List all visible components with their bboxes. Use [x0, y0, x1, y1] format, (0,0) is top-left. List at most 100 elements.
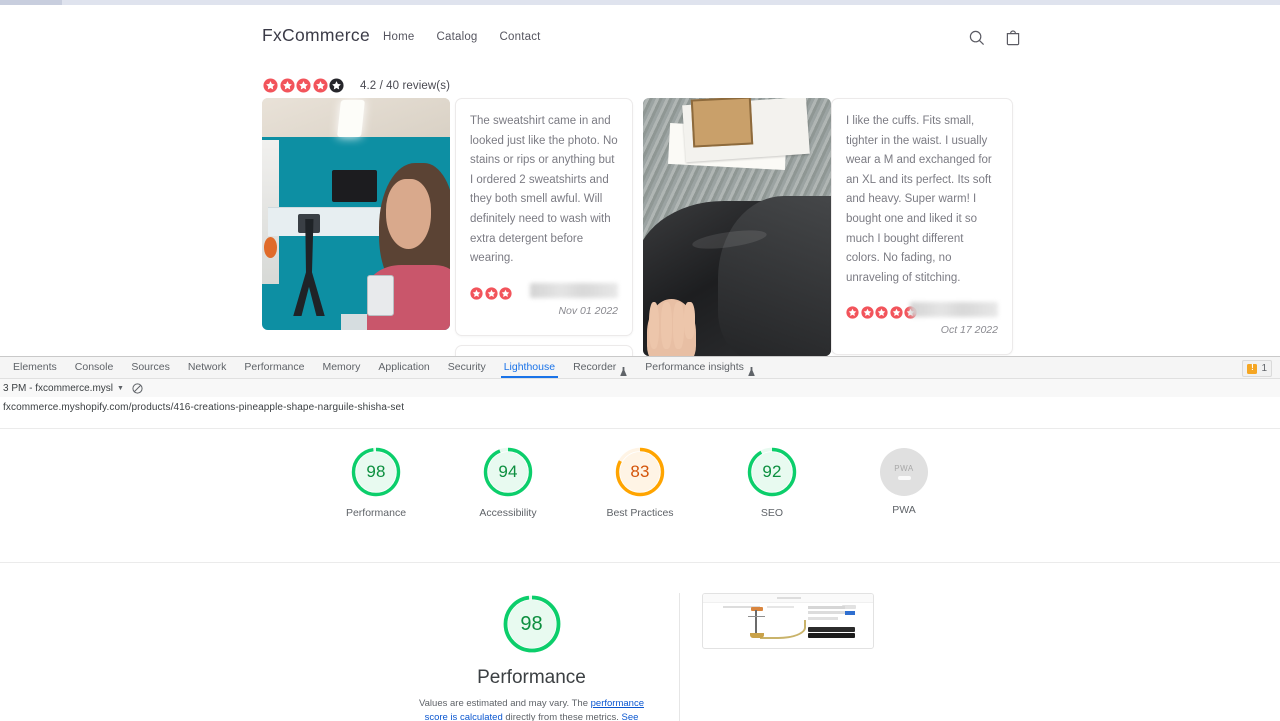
chevron-down-icon: ▼ [117, 385, 124, 392]
nav-item-contact[interactable]: Contact [500, 31, 541, 43]
tab-lighthouse[interactable]: Lighthouse [495, 357, 564, 378]
performance-title: Performance [407, 667, 657, 689]
star-icon [470, 287, 483, 300]
review-footer: Nov 01 2022 [470, 283, 618, 323]
search-icon[interactable] [968, 29, 986, 47]
gauge-label: Performance [326, 507, 426, 520]
star-icon [313, 78, 328, 93]
nav-item-catalog[interactable]: Catalog [436, 31, 477, 43]
divider [679, 593, 680, 721]
star-icon [499, 287, 512, 300]
tab-elements[interactable]: Elements [4, 357, 66, 378]
tab-application[interactable]: Application [369, 357, 438, 378]
performance-description: Values are estimated and may vary. The p… [407, 697, 657, 721]
gauge-score: 98 [349, 445, 403, 499]
warning-badge[interactable]: 1 [1242, 360, 1272, 377]
tab-network[interactable]: Network [179, 357, 236, 378]
review-card: I like the cuffs. Fits small, tighter in… [831, 98, 1013, 355]
pwa-badge: PWA [880, 448, 928, 496]
review-card: The sweatshirt came in and looked just l… [455, 98, 633, 336]
reviews-section: 4.2 / 40 review(s) The sweatshirt came i… [0, 62, 1280, 358]
no-entry-icon[interactable] [132, 383, 143, 394]
review-stars [470, 287, 512, 300]
star-icon [296, 78, 311, 93]
store-header: FxCommerce Home Catalog Contact [0, 5, 1280, 63]
warning-count: 1 [1261, 363, 1267, 374]
pwa-dash-icon [898, 476, 911, 480]
gauge-label: PWA [854, 504, 954, 517]
tab-performance-insights[interactable]: Performance insights [636, 357, 764, 378]
star-icon [485, 287, 498, 300]
review-photo[interactable] [262, 98, 450, 330]
star-icon [861, 306, 874, 319]
review-column-4: I like the cuffs. Fits small, tighter in… [831, 98, 1013, 358]
gauge-pwa[interactable]: PWA PWA [854, 445, 954, 520]
gauge-seo[interactable]: 92 SEO [722, 445, 822, 520]
review-column-1 [262, 98, 450, 330]
tab-performance[interactable]: Performance [235, 357, 313, 378]
shopping-bag-icon[interactable] [1004, 29, 1022, 47]
store-brand[interactable]: FxCommerce [262, 25, 370, 46]
review-photo[interactable] [643, 98, 831, 356]
gauge-score: 94 [481, 445, 535, 499]
tab-recorder-label: Recorder [573, 357, 616, 378]
tab-performance-insights-label: Performance insights [645, 357, 744, 378]
audited-url: fxcommerce.myshopify.com/products/416-cr… [3, 402, 404, 413]
devtools-tabbar: Elements Console Sources Network Perform… [0, 357, 1280, 379]
performance-summary: 98 Performance Values are estimated and … [407, 593, 657, 721]
lighthouse-report: fxcommerce.myshopify.com/products/416-cr… [0, 397, 1280, 721]
screenshot-root: FxCommerce Home Catalog Contact [0, 0, 1280, 720]
gauge-score: 92 [745, 445, 799, 499]
tab-security[interactable]: Security [439, 357, 495, 378]
star-icon [280, 78, 295, 93]
performance-detail-section: 98 Performance Values are estimated and … [0, 593, 1280, 721]
rating-stars [263, 78, 344, 93]
desc-part-1: Values are estimated and may vary. The [419, 698, 591, 709]
review-footer: Oct 17 2022 [846, 302, 998, 342]
rating-summary-text: 4.2 / 40 review(s) [360, 80, 450, 92]
gauge-label: SEO [722, 507, 822, 520]
gauge-score: 83 [613, 445, 667, 499]
review-stars [846, 306, 917, 319]
pwa-badge-text: PWA [894, 464, 913, 473]
reviews-masonry: The sweatshirt came in and looked just l… [262, 98, 1022, 358]
gauge-label: Accessibility [458, 507, 558, 520]
review-date: Nov 01 2022 [558, 305, 618, 317]
star-icon [846, 306, 859, 319]
report-selector[interactable]: 3 PM - fxcommerce.mysl ▼ [3, 383, 124, 394]
review-text: I like the cuffs. Fits small, tighter in… [846, 112, 998, 288]
nav-item-home[interactable]: Home [383, 31, 414, 43]
performance-score: 98 [501, 593, 563, 655]
gauge-accessibility[interactable]: 94 Accessibility [458, 445, 558, 520]
gauge-label: Best Practices [590, 507, 690, 520]
review-date: Oct 17 2022 [941, 324, 998, 336]
divider [0, 428, 1280, 429]
review-text: The sweatshirt came in and looked just l… [470, 112, 618, 269]
store-nav: Home Catalog Contact [383, 31, 541, 43]
lighthouse-subtoolbar: 3 PM - fxcommerce.mysl ▼ [0, 379, 1280, 399]
gauge-best-practices[interactable]: 83 Best Practices [590, 445, 690, 520]
star-icon [890, 306, 903, 319]
header-icons [968, 29, 1022, 47]
devtools-panel: Elements Console Sources Network Perform… [0, 356, 1280, 721]
tab-recorder[interactable]: Recorder [564, 357, 636, 378]
reviewer-name-redacted [530, 283, 618, 298]
rating-summary-row: 4.2 / 40 review(s) [263, 78, 450, 93]
warning-icon [1247, 364, 1257, 374]
divider [0, 562, 1280, 563]
review-column-2: The sweatshirt came in and looked just l… [455, 98, 633, 358]
reviewer-name-redacted [910, 302, 998, 317]
tab-sources[interactable]: Sources [122, 357, 179, 378]
star-icon [875, 306, 888, 319]
report-selector-label: 3 PM - fxcommerce.mysl [3, 383, 113, 394]
experiment-flask-icon [620, 363, 627, 372]
review-column-3 [643, 98, 831, 356]
tab-console[interactable]: Console [66, 357, 123, 378]
gauge-performance[interactable]: 98 Performance [326, 445, 426, 520]
experiment-flask-icon [748, 363, 755, 372]
star-icon [263, 78, 278, 93]
page-screenshot-thumbnail[interactable] [702, 593, 874, 649]
tab-memory[interactable]: Memory [313, 357, 369, 378]
score-gauges: 98 Performance 94 Accessibility [0, 445, 1280, 520]
star-icon-empty [329, 78, 344, 93]
